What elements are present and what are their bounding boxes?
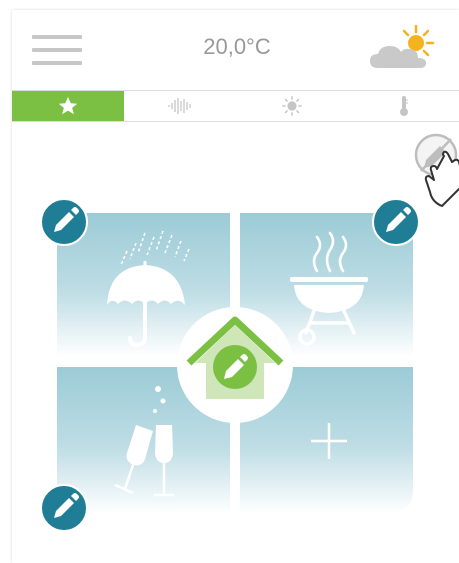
pencil-icon: [386, 207, 411, 232]
edit-scene-rain-button[interactable]: [40, 198, 88, 246]
tab-climate[interactable]: [348, 91, 459, 121]
tab-lighting[interactable]: [236, 91, 348, 121]
header-bar: 20,0°C: [12, 10, 459, 90]
thermometer-icon: [400, 96, 408, 116]
edit-scene-celebration-button[interactable]: [40, 484, 88, 532]
sun-brightness-icon: [282, 96, 302, 116]
hamburger-menu-icon[interactable]: [32, 35, 82, 65]
category-tabs: [12, 90, 459, 122]
tab-favorites[interactable]: [12, 91, 124, 121]
sound-wave-icon: [168, 98, 191, 114]
pencil-icon: [54, 207, 79, 232]
partly-cloudy-icon: [370, 24, 435, 68]
edit-scene-barbecue-button[interactable]: [372, 198, 420, 246]
home-scene-button[interactable]: [177, 307, 293, 423]
house-icon: [186, 316, 284, 399]
tab-audio[interactable]: [124, 91, 236, 121]
temperature-readout: 20,0°C: [203, 34, 271, 59]
star-icon: [58, 96, 78, 115]
pencil-icon: [54, 493, 79, 518]
app-frame: 20,0°C: [12, 10, 459, 563]
